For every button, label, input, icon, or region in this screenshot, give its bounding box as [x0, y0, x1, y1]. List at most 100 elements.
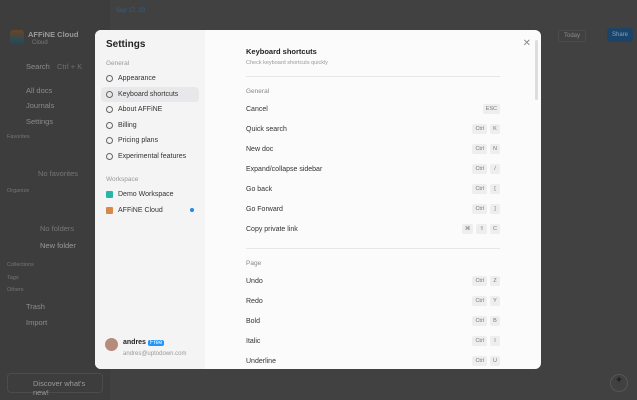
- no-folders: No folders: [40, 224, 75, 233]
- nav-all-docs[interactable]: All docs: [26, 86, 52, 95]
- key-cap: Ctrl: [472, 164, 487, 174]
- user-account[interactable]: andres Free andres@uptodown.com: [105, 331, 186, 357]
- key-cap: Y: [490, 296, 500, 306]
- key-cap: [: [490, 184, 500, 194]
- tags-header[interactable]: Tags: [7, 275, 19, 281]
- key-cap: I: [490, 336, 500, 346]
- others-header: Others: [7, 287, 24, 293]
- settings-nav-item[interactable]: Appearance: [101, 71, 199, 87]
- key-cap: N: [490, 144, 500, 154]
- shortcut-keys: Ctrl I: [472, 336, 500, 346]
- workspace-item[interactable]: Demo Workspace: [101, 187, 199, 203]
- key-cap: Ctrl: [472, 356, 487, 366]
- tab-journal[interactable]: Sep 17, 20: [116, 8, 145, 14]
- shortcut-keys: Ctrl K: [472, 124, 500, 134]
- collections-header[interactable]: Collections: [7, 262, 34, 268]
- nav-trash[interactable]: Trash: [26, 302, 45, 311]
- today-button[interactable]: Today: [558, 30, 587, 42]
- shortcut-row: Underline Ctrl U: [246, 351, 500, 369]
- general-section-label: General: [106, 60, 130, 67]
- shortcut-label: Go back: [246, 185, 273, 193]
- settings-nav-label: Pricing plans: [118, 137, 159, 145]
- scrollbar[interactable]: [535, 40, 538, 100]
- shortcut-label: Undo: [246, 277, 263, 285]
- nav-journals[interactable]: Journals: [26, 101, 54, 110]
- shortcut-label: Italic: [246, 337, 261, 345]
- shortcut-row: Undo Ctrl Z: [246, 271, 500, 291]
- shortcut-label: Bold: [246, 317, 261, 325]
- search-button[interactable]: Search: [26, 62, 50, 71]
- workspace-icon: [106, 191, 113, 199]
- settings-sidebar: Settings General Appearance Keyboard shor…: [95, 30, 205, 369]
- user-email: andres@uptodown.com: [123, 351, 187, 357]
- shortcut-row: Go back Ctrl[: [246, 179, 500, 199]
- section-subtitle: Check keyboard shortcuts quickly: [246, 60, 328, 66]
- new-folder-button[interactable]: New folder: [40, 241, 76, 250]
- key-cap: Z: [490, 276, 500, 286]
- key-cap: Ctrl: [472, 316, 487, 326]
- shortcut-keys: Ctrl[: [472, 184, 500, 194]
- key-cap: /: [490, 164, 500, 174]
- workspace-name[interactable]: AFFiNE Cloud: [28, 30, 78, 39]
- key-cap: Ctrl: [472, 296, 487, 306]
- settings-nav-item[interactable]: About AFFiNE: [101, 102, 199, 118]
- discover-button[interactable]: Discover what's new!: [7, 373, 103, 397]
- key-cap: ESC: [482, 104, 500, 114]
- shortcut-keys: Ctrl Y: [472, 296, 500, 306]
- settings-nav-label: Billing: [118, 121, 137, 129]
- settings-title: Settings: [106, 39, 146, 50]
- key-cap: B: [490, 316, 500, 326]
- settings-nav-label: Experimental features: [118, 152, 187, 160]
- shortcut-label: Redo: [246, 297, 263, 305]
- key-cap: ⌘: [461, 224, 474, 234]
- shortcut-label: Quick search: [246, 125, 287, 133]
- shortcut-keys: Ctrl U: [472, 356, 500, 366]
- settings-nav-item[interactable]: Experimental features: [101, 149, 199, 165]
- ai-sparkle-icon[interactable]: ✦: [610, 374, 628, 392]
- divider: [246, 76, 500, 77]
- plan-icon: [106, 137, 113, 145]
- shortcut-row: Cancel ESC: [246, 99, 500, 119]
- key-cap: Ctrl: [472, 276, 487, 286]
- plan-badge: Free: [147, 340, 165, 346]
- card-icon: [106, 121, 113, 129]
- nav-settings[interactable]: Settings: [26, 117, 53, 126]
- settings-content: ✕ Keyboard shortcuts Check keyboard shor…: [205, 30, 541, 369]
- favorites-header[interactable]: Favorites: [7, 134, 30, 140]
- settings-modal: Settings General Appearance Keyboard shor…: [95, 30, 541, 369]
- shortcut-label: Underline: [246, 357, 276, 365]
- key-cap: Ctrl: [472, 184, 487, 194]
- settings-nav-item[interactable]: Pricing plans: [101, 133, 199, 149]
- shortcut-group-label: Page: [246, 260, 262, 267]
- close-icon[interactable]: ✕: [523, 38, 531, 49]
- nav-import[interactable]: Import: [26, 318, 47, 327]
- share-button[interactable]: Share: [607, 28, 634, 42]
- workspace-sub: Cloud: [32, 40, 48, 46]
- key-cap: K: [490, 124, 500, 134]
- workspace-icon: [106, 206, 113, 214]
- workspace-item[interactable]: AFFiNE Cloud: [101, 203, 199, 219]
- organize-header[interactable]: Organize: [7, 188, 29, 194]
- status-dot: [190, 208, 194, 213]
- keyboard-icon: [106, 90, 113, 98]
- shortcut-keys: Ctrl /: [472, 164, 500, 174]
- shortcut-row: Expand/collapse sidebar Ctrl /: [246, 159, 500, 179]
- app-sidebar: AFFiNE Cloud Cloud Search Ctrl + K All d…: [0, 0, 110, 400]
- settings-nav-item[interactable]: Billing: [101, 118, 199, 134]
- workspace-avatar[interactable]: [10, 30, 24, 44]
- settings-nav-label: About AFFiNE: [118, 106, 163, 114]
- key-cap: ]: [490, 204, 500, 214]
- shortcut-row: Italic Ctrl I: [246, 331, 500, 351]
- settings-nav-item[interactable]: Keyboard shortcuts: [101, 86, 199, 102]
- shortcut-label: Go Forward: [246, 205, 283, 213]
- workspace-label: Demo Workspace: [118, 191, 174, 199]
- key-cap: C: [490, 224, 500, 234]
- divider: [246, 248, 500, 249]
- key-cap: ⇧: [476, 224, 487, 234]
- key-cap: Ctrl: [472, 124, 487, 134]
- key-cap: Ctrl: [472, 144, 487, 154]
- shortcut-row: Quick search Ctrl K: [246, 119, 500, 139]
- shortcut-keys: Ctrl N: [472, 144, 500, 154]
- shortcut-label: Cancel: [246, 105, 268, 113]
- shortcut-keys: ESC: [482, 104, 500, 114]
